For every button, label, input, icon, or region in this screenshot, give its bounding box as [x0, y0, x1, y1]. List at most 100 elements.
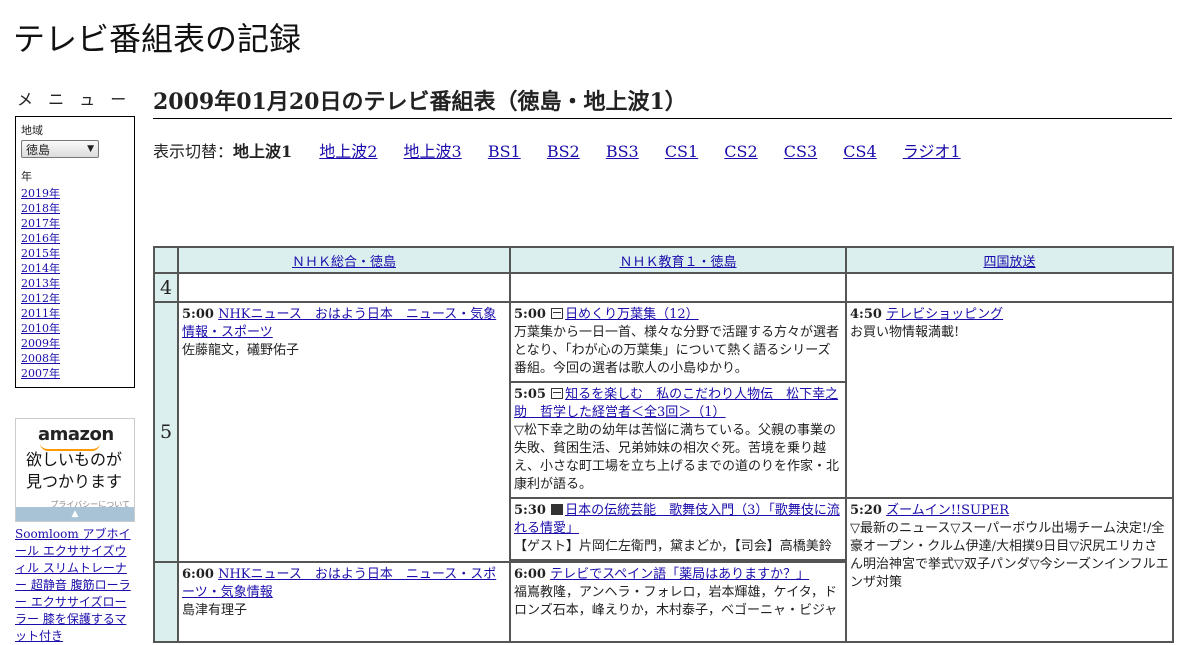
year-link-2008[interactable]: 2008年 — [21, 352, 60, 365]
program-desc: ▽最新のニュース▽スーパーボウル出場チーム決定!/全豪オープン・クルム伊達/大相… — [850, 521, 1169, 590]
grid-corner — [153, 246, 179, 274]
program-title-link[interactable]: テレビでスペイン語「薬局はありますか？」 — [550, 567, 809, 582]
hour-cell-6 — [153, 561, 179, 643]
year-link-2007[interactable]: 2007年 — [21, 367, 60, 380]
year-link-2010[interactable]: 2010年 — [21, 322, 60, 335]
channel-switcher: 表示切替：地上波1 地上波2 地上波3 BS1 BS2 BS3 CS1 CS2 … — [153, 138, 1172, 162]
program-time: 5:05 — [514, 387, 546, 402]
program-cell: 5:00 日めくり万葉集（12） 万葉集から一日一首、様々な分野で活躍する方々が… — [509, 301, 847, 383]
side-links: Soomloom アブホイール エクササイズウィル スリムトレーナー 超静音 腹… — [15, 526, 137, 645]
program-edu-505: 5:05 知るを楽しむ 私のこだわり人物伝 松下幸之助 哲学した経営者＜全3回＞… — [511, 383, 845, 496]
year-link-2012[interactable]: 2012年 — [21, 292, 60, 305]
program-cell: 4:50 テレビショッピング お買い物情報満載! — [845, 301, 1174, 499]
menu-box: 地域 徳島 ▼ 年 2019年 2018年 2017年 2016年 2015年 … — [15, 116, 135, 388]
program-time: 5:00 — [182, 307, 214, 322]
program-desc: 福嶌教隆，アンヘラ・フォレロ，岩本輝雄，ケイタ，ドロンズ石本，峰えりか，木村泰子… — [514, 585, 838, 618]
program-desc: 佐藤龍文，礒野佑子 — [182, 343, 300, 358]
hour-cell-5: 5 — [153, 301, 179, 563]
program-cell: 6:00 NHKニュース おはよう日本 ニュース・スポーツ・気象情報 島津有理子 — [177, 561, 511, 643]
switch-label: 表示切替： — [153, 142, 234, 161]
switch-link-radio1[interactable]: ラジオ1 — [903, 142, 961, 161]
switch-link-cs3[interactable]: CS3 — [784, 142, 817, 161]
switch-current: 地上波1 — [233, 142, 293, 161]
program-time: 4:50 — [850, 307, 882, 322]
program-desc: 【ゲスト】片岡仁左衛門，黛まどか，【司会】高橋美鈴 — [514, 539, 832, 554]
year-link-2018[interactable]: 2018年 — [21, 202, 60, 215]
program-title-link[interactable]: テレビショッピング — [886, 307, 1003, 322]
program-title-link[interactable]: NHKニュース おはよう日本 ニュース・スポーツ・気象情報 — [182, 567, 496, 600]
product-link[interactable]: Soomloom アブホイール エクササイズウィル スリムトレーナー 超静音 腹… — [15, 527, 131, 643]
sidebar: メ ニ ュ ー 地域 徳島 ▼ 年 2019年 2018年 2017年 2016… — [15, 86, 135, 645]
year-link-2013[interactable]: 2013年 — [21, 277, 60, 290]
channel-link-nhk-kyoiku[interactable]: ＮＨＫ教育１・徳島 — [619, 255, 736, 270]
program-cell: 5:00 NHKニュース おはよう日本 ニュース・気象情報・スポーツ 佐藤龍文，… — [177, 301, 511, 563]
page-title: 2009年01月20日のテレビ番組表（徳島・地上波1） — [153, 84, 1172, 119]
year-link-2011[interactable]: 2011年 — [21, 307, 60, 320]
program-cell: 5:05 知るを楽しむ 私のこだわり人物伝 松下幸之助 哲学した経営者＜全3回＞… — [509, 381, 847, 499]
data-broadcast-icon — [551, 504, 564, 515]
switch-link-bs2[interactable]: BS2 — [547, 142, 580, 161]
ad-text: 欲しいものが 見つかります — [26, 449, 122, 493]
program-grid: ＮＨＫ総合・徳島 ＮＨＫ教育１・徳島 四国放送 4 5 5:00 NHKニュース… — [153, 246, 1174, 643]
switch-link-chijou2[interactable]: 地上波2 — [319, 142, 377, 161]
program-jrt-520: 5:20 ズームイン!!SUPER ▽最新のニュース▽スーパーボウル出場チーム決… — [847, 499, 1172, 594]
program-nhk-500: 5:00 NHKニュース おはよう日本 ニュース・気象情報・スポーツ 佐藤龍文，… — [179, 303, 509, 362]
program-desc: 島津有理子 — [182, 603, 248, 618]
program-title-link[interactable]: 日めくり万葉集（12） — [565, 307, 699, 322]
program-desc: お買い物情報満載! — [850, 325, 960, 340]
amazon-ad[interactable]: amazon 欲しいものが 見つかります プライバシーについて ▲ — [15, 418, 135, 522]
switch-link-cs2[interactable]: CS2 — [724, 142, 757, 161]
empty-slot — [177, 272, 511, 303]
year-link-2016[interactable]: 2016年 — [21, 232, 60, 245]
program-time: 5:30 — [514, 503, 546, 518]
empty-slot — [509, 272, 847, 303]
channel-header: ＮＨＫ総合・徳島 — [177, 246, 511, 274]
ad-line-2: 見つかります — [26, 472, 123, 491]
channel-link-shikoku[interactable]: 四国放送 — [983, 255, 1035, 270]
empty-slot — [845, 272, 1174, 303]
chevron-up-icon[interactable]: ▲ — [16, 507, 134, 521]
channel-header: 四国放送 — [845, 246, 1174, 274]
program-title-link[interactable]: ズームイン!!SUPER — [886, 503, 1009, 518]
year-link-2019[interactable]: 2019年 — [21, 187, 60, 200]
amazon-logo: amazon — [38, 424, 114, 445]
site-title: テレビ番組表の記録 — [13, 20, 302, 58]
program-time: 6:00 — [182, 567, 214, 582]
program-cell: 5:20 ズームイン!!SUPER ▽最新のニュース▽スーパーボウル出場チーム決… — [845, 497, 1174, 643]
switch-link-bs1[interactable]: BS1 — [488, 142, 521, 161]
program-time: 5:20 — [850, 503, 882, 518]
ad-line-1: 欲しいものが — [26, 450, 123, 469]
year-link-2014[interactable]: 2014年 — [21, 262, 60, 275]
chevron-down-icon: ▼ — [87, 144, 94, 154]
program-edu-530: 5:30 日本の伝統芸能 歌舞伎入門（3）「歌舞伎に流れる情愛」 【ゲスト】片岡… — [511, 499, 845, 558]
year-link-2015[interactable]: 2015年 — [21, 247, 60, 260]
program-cell: 6:00 テレビでスペイン語「薬局はありますか？」 福嶌教隆，アンヘラ・フォレロ… — [509, 561, 847, 643]
program-nhk-600: 6:00 NHKニュース おはよう日本 ニュース・スポーツ・気象情報 島津有理子 — [179, 563, 509, 622]
caption-icon — [551, 388, 564, 399]
switch-link-bs3[interactable]: BS3 — [606, 142, 639, 161]
hour-cell-4: 4 — [153, 272, 179, 303]
switch-link-chijou3[interactable]: 地上波3 — [404, 142, 462, 161]
program-title-link[interactable]: NHKニュース おはよう日本 ニュース・気象情報・スポーツ — [182, 307, 496, 340]
switch-link-cs1[interactable]: CS1 — [665, 142, 698, 161]
channel-header: ＮＨＫ教育１・徳島 — [509, 246, 847, 274]
year-label: 年 — [21, 170, 32, 183]
year-link-2017[interactable]: 2017年 — [21, 217, 60, 230]
switch-link-cs4[interactable]: CS4 — [843, 142, 876, 161]
program-time: 6:00 — [514, 567, 546, 582]
program-edu-500: 5:00 日めくり万葉集（12） 万葉集から一日一首、様々な分野で活躍する方々が… — [511, 303, 845, 380]
program-edu-600: 6:00 テレビでスペイン語「薬局はありますか？」 福嶌教隆，アンヘラ・フォレロ… — [511, 563, 845, 622]
region-select-value: 徳島 — [26, 142, 51, 157]
program-cell: 5:30 日本の伝統芸能 歌舞伎入門（3）「歌舞伎に流れる情愛」 【ゲスト】片岡… — [509, 497, 847, 561]
year-link-2009[interactable]: 2009年 — [21, 337, 60, 350]
channel-link-nhk-sogo[interactable]: ＮＨＫ総合・徳島 — [292, 255, 396, 270]
program-desc: 万葉集から一日一首、様々な分野で活躍する方々が選者となり、「わが心の万葉集」につ… — [514, 325, 840, 376]
main-content: 2009年01月20日のテレビ番組表（徳島・地上波1） 表示切替：地上波1 地上… — [153, 84, 1172, 162]
menu-heading: メ ニ ュ ー — [17, 90, 132, 109]
year-list: 2019年 2018年 2017年 2016年 2015年 2014年 2013… — [21, 186, 129, 381]
region-select[interactable]: 徳島 ▼ — [21, 140, 99, 158]
program-time: 5:00 — [514, 307, 546, 322]
caption-icon — [551, 308, 564, 319]
region-label: 地域 — [21, 124, 43, 137]
program-desc: ▽松下幸之助の幼年は苦悩に満ちている。父親の事業の失敗、貧困生活、兄弟姉妹の相次… — [514, 423, 840, 492]
